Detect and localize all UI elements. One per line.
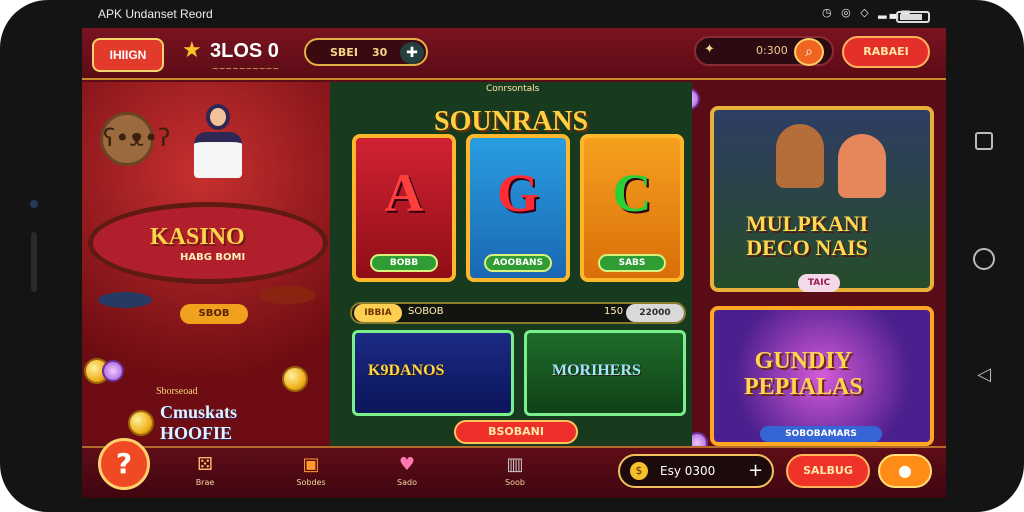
stool-left	[98, 292, 152, 308]
top-action-button[interactable]: RABAEI	[842, 36, 930, 68]
gem-icon: ✦	[704, 42, 715, 57]
back-icon[interactable]: ◁	[973, 364, 995, 386]
bear-icon: ʕ•ᴥ•ʔ	[100, 112, 170, 166]
plus-icon[interactable]: +	[748, 460, 763, 481]
search-button[interactable]: ⌕	[794, 38, 824, 66]
bottom-nav-label: Sado	[397, 478, 417, 487]
camera-sensor	[30, 200, 38, 208]
dealer-illustration	[188, 104, 246, 182]
heart-icon: ♥	[398, 454, 416, 475]
bet-plus-icon[interactable]: ✚	[400, 42, 424, 64]
bottom-nav-item[interactable]: ▣ Sobdes	[276, 454, 346, 492]
slot-bar-badge: 22000	[626, 304, 684, 322]
status-app-title: APK Undanset Reord	[98, 7, 213, 21]
bottom-nav-item[interactable]: ▥ Soob	[480, 454, 550, 492]
dice-icon: ⚄	[197, 454, 213, 475]
casino-play-button[interactable]: SBOB	[180, 304, 248, 324]
bonus-title-line2: PEPIALAS	[744, 374, 863, 400]
stool-right	[258, 286, 316, 304]
recent-apps-icon[interactable]	[975, 132, 993, 150]
bottom-nav-item[interactable]: ⚄ Brae	[170, 454, 240, 492]
reel-chip[interactable]: SABS	[598, 254, 666, 272]
phone-frame: APK Undanset Reord ◷ ◎ ◇ ▂▃▅ ◁ IHIIGN ★ …	[0, 0, 1024, 512]
bonus-button[interactable]: SOBOBAMARS	[760, 426, 882, 442]
reel-symbol: C	[612, 163, 652, 223]
building-icon: ▥	[506, 454, 524, 475]
featured-chip[interactable]: TAIC	[798, 274, 840, 292]
bottom-nav-label: Soob	[505, 478, 525, 487]
casino-title: KASINO	[150, 224, 245, 250]
top-bar: IHIIGN ★ 3LOS 0 ~~~~~~~~~~ SBEI 30 ✚ ✦ 0…	[82, 28, 946, 80]
coin-icon: $	[630, 462, 648, 480]
featured-title: MULPKANI DECO NAIS	[746, 212, 868, 260]
system-navigation: ◁	[960, 120, 1010, 400]
status-bar: APK Undanset Reord ◷ ◎ ◇ ▂▃▅	[0, 0, 1024, 28]
game-logo[interactable]: IHIIGN	[92, 38, 164, 72]
coin-balance: 3LOS 0	[210, 40, 279, 62]
character-illustration	[838, 134, 886, 198]
reel-chip[interactable]: AOOBANS	[484, 254, 552, 272]
slot-bar-value: 150	[604, 306, 624, 317]
claim-button[interactable]: BSOBANI	[454, 420, 578, 444]
coin-icon	[282, 366, 308, 392]
reel-symbol: G	[496, 163, 539, 223]
coin-sub-label: ~~~~~~~~~~	[212, 64, 280, 73]
bet-value: 30	[372, 46, 388, 59]
slot-bar-tag: IBBIA	[354, 304, 402, 322]
battery-icon	[896, 11, 930, 23]
dealer-head	[206, 104, 230, 130]
mini-card-label: K9DANOS	[368, 362, 445, 379]
slot-bar-value: SOBOB	[408, 306, 444, 317]
reel-symbol: A	[384, 163, 424, 223]
search-value: 0:300	[756, 44, 788, 57]
dealer-body	[194, 132, 242, 178]
character-illustration	[776, 124, 824, 188]
promo-title[interactable]: Cmuskats HOOFIE	[160, 402, 237, 444]
casino-subtitle: HABG BOMI	[180, 252, 246, 263]
promo-title-line2: HOOFIE	[160, 423, 233, 443]
promo-title-line1: Cmuskats	[160, 402, 238, 422]
bottom-nav-label: Brae	[195, 478, 215, 487]
chip-icon	[102, 360, 124, 382]
bottom-action-button[interactable]: SALBUG	[786, 454, 870, 488]
featured-game-card[interactable]	[710, 106, 934, 292]
bonus-title: GUNDIY PEPIALAS	[744, 348, 863, 400]
featured-title-line2: DECO NAIS	[746, 235, 868, 260]
side-button[interactable]	[31, 232, 37, 292]
slots-subtitle: Conrsontals	[486, 84, 540, 94]
bet-control[interactable]: SBEI 30 ✚	[304, 38, 428, 66]
star-icon: ★	[182, 38, 202, 63]
bottom-nav-label: Sobdes	[296, 478, 326, 487]
home-icon[interactable]	[973, 248, 995, 270]
chest-icon: ▣	[302, 454, 320, 475]
featured-title-line1: MULPKANI	[746, 211, 869, 236]
coin-icon	[128, 410, 154, 436]
mini-card-label: MORIHERS	[552, 362, 641, 379]
round-action-button[interactable]: ●	[878, 454, 932, 488]
bet-label: SBEI	[330, 46, 358, 59]
promo-subtitle: Sborseoad	[156, 386, 198, 397]
bottom-balance[interactable]: $ Esy 0300 +	[618, 454, 774, 488]
reel-chip[interactable]: BOBB	[370, 254, 438, 272]
help-button[interactable]: ?	[98, 438, 150, 490]
bottom-balance-value: Esy 0300	[660, 464, 716, 478]
game-screen: IHIIGN ★ 3LOS 0 ~~~~~~~~~~ SBEI 30 ✚ ✦ 0…	[82, 28, 946, 498]
bottom-nav-item[interactable]: ♥ Sado	[372, 454, 442, 492]
bonus-title-line1: GUNDIY	[754, 348, 853, 374]
